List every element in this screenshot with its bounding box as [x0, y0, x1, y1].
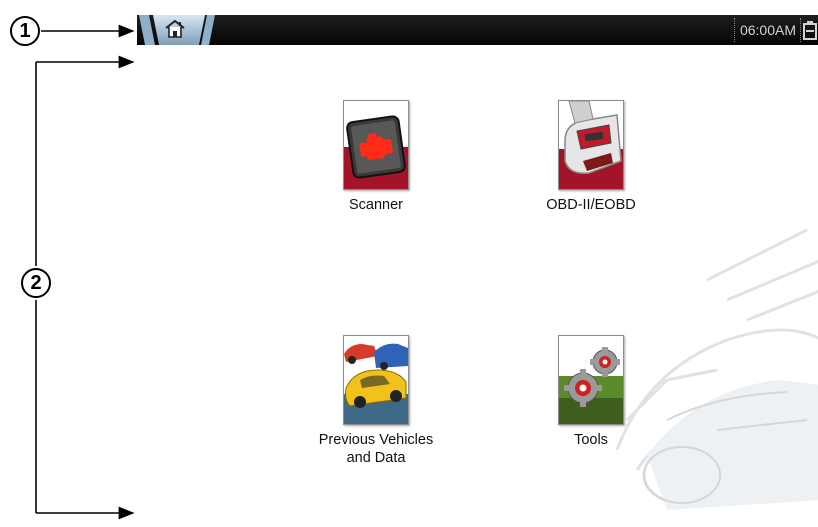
app-label: Previous Vehicles and Data: [318, 432, 434, 466]
app-previous-vehicles[interactable]: Previous Vehicles and Data: [286, 335, 466, 467]
callout-1: 1: [10, 16, 40, 46]
clock-text: 06:00AM: [739, 22, 796, 38]
app-label: Scanner: [348, 197, 403, 213]
battery-icon: [803, 21, 817, 40]
vehicles-icon[interactable]: [343, 335, 409, 425]
main-workspace: Scanner OBD-II/EOBD Previous Vehicles an…: [137, 45, 818, 527]
app-label: OBD-II/EOBD: [546, 197, 636, 213]
app-label: Tools: [574, 432, 608, 448]
home-icon[interactable]: [163, 18, 187, 40]
app-tools[interactable]: Tools: [501, 335, 681, 449]
engine-warning-icon[interactable]: [343, 100, 409, 190]
title-bar: 06:00AM: [137, 15, 818, 45]
app-scanner[interactable]: Scanner: [286, 100, 466, 214]
callout-2: 2: [21, 268, 51, 298]
obd-connector-icon[interactable]: [558, 100, 624, 190]
callout-arrows: [35, 24, 135, 520]
app-obd-eobd[interactable]: OBD-II/EOBD: [501, 100, 681, 214]
gears-icon[interactable]: [558, 335, 624, 425]
device-screen: 06:00AM Scanner OBD-II/EOBD Previous Veh…: [137, 15, 818, 527]
